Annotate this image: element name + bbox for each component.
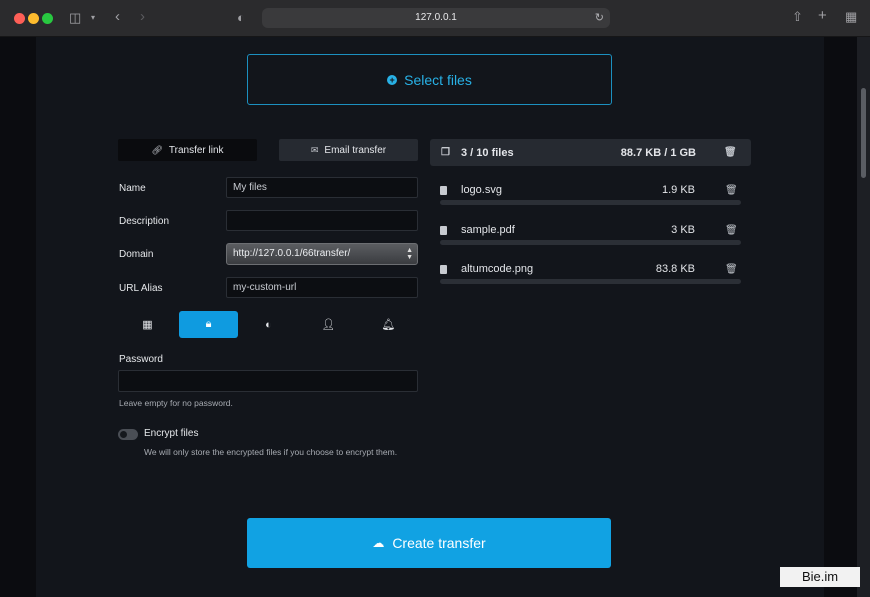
trash-icon[interactable]: 🗑︎ [725, 185, 738, 196]
password-input[interactable] [118, 370, 418, 392]
select-files-button[interactable]: + Select files [247, 54, 612, 105]
files-count: 3 / 10 files [461, 147, 514, 159]
trash-icon[interactable]: 🗑︎ [725, 225, 738, 236]
tab-email-transfer[interactable]: ✉ Email transfer [279, 139, 418, 161]
files-icon: ❐ [441, 147, 450, 158]
encrypt-files-toggle[interactable] [118, 429, 138, 440]
upload-progress-bar [440, 279, 741, 284]
bell-icon: 🔔︎ [381, 319, 396, 331]
tab-transfer-link-label: Transfer link [168, 144, 224, 156]
description-input[interactable] [226, 210, 418, 231]
file-size: 83.8 KB [655, 263, 695, 275]
upload-progress-bar [440, 240, 741, 245]
select-arrows-icon: ▲ ▼ [406, 247, 413, 261]
tab-overview-icon[interactable]: ▦ [845, 10, 857, 24]
theme-option-button[interactable]: ◐ [239, 311, 298, 338]
encrypt-files-label: Encrypt files [144, 428, 199, 439]
toggle-knob [120, 431, 127, 438]
user-icon: 👤︎ [321, 319, 336, 331]
select-files-label: Select files [404, 71, 472, 88]
minimize-window-button[interactable] [28, 13, 39, 24]
watermark: Bie.im [780, 567, 860, 587]
chevron-down-icon[interactable]: ▾ [91, 11, 95, 25]
file-item: altumcode.png 83.8 KB 🗑︎ [440, 260, 741, 286]
file-icon [440, 186, 447, 195]
lock-icon: 🔒︎ [205, 318, 212, 330]
trash-icon[interactable]: 🗑︎ [724, 147, 737, 158]
expiration-option-button[interactable]: ▦ [118, 311, 177, 338]
calendar-icon: ▦ [142, 319, 153, 331]
password-hint: Leave empty for no password. [119, 398, 233, 408]
trash-icon[interactable]: 🗑︎ [725, 264, 738, 275]
file-size: 1.9 KB [661, 184, 695, 196]
files-summary-header: ❐ 3 / 10 files 88.7 KB / 1 GB 🗑︎ [430, 139, 751, 166]
sidebar-icon[interactable]: ◫ [69, 11, 81, 25]
tab-email-transfer-label: Email transfer [324, 144, 387, 156]
notification-option-button[interactable]: 🔔︎ [359, 311, 418, 338]
privacy-shield-icon[interactable]: ◐ [237, 11, 245, 25]
address-bar[interactable]: 127.0.0.1 ↻ [262, 8, 610, 28]
address-bar-url: 127.0.0.1 [415, 12, 457, 23]
url-alias-input[interactable]: my-custom-url [226, 277, 418, 298]
file-name: sample.pdf [461, 224, 515, 236]
file-name: altumcode.png [461, 263, 534, 275]
file-size: 3 KB [671, 224, 695, 236]
description-label: Description [119, 216, 170, 227]
name-label: Name [119, 183, 146, 194]
encrypt-files-hint: We will only store the encrypted files i… [144, 447, 398, 457]
file-name: logo.svg [461, 184, 502, 196]
create-transfer-button[interactable]: ☁ Create transfer [247, 518, 611, 568]
link-icon: 🔗︎ [151, 144, 163, 155]
domain-select-value: http://127.0.0.1/66transfer/ [233, 248, 351, 259]
cloud-upload-icon: ☁ [372, 536, 385, 550]
share-icon[interactable]: ⇧ [792, 10, 803, 24]
password-label: Password [119, 354, 163, 365]
upload-progress-bar [440, 200, 741, 205]
file-icon [440, 226, 447, 235]
user-option-button[interactable]: 👤︎ [299, 311, 358, 338]
contrast-icon: ◐ [265, 318, 272, 331]
scrollbar-thumb[interactable] [861, 88, 866, 178]
domain-select[interactable]: http://127.0.0.1/66transfer/ ▲ ▼ [226, 243, 418, 265]
password-option-button[interactable]: 🔒︎ [179, 311, 238, 338]
url-alias-label: URL Alias [119, 283, 163, 294]
files-total-size: 88.7 KB / 1 GB [620, 147, 696, 159]
close-window-button[interactable] [14, 13, 25, 24]
plus-circle-icon: + [387, 74, 398, 85]
reload-icon[interactable]: ↻ [595, 8, 604, 28]
create-transfer-label: Create transfer [392, 535, 486, 551]
envelope-icon: ✉ [310, 144, 319, 155]
forward-icon[interactable]: › [140, 9, 145, 24]
maximize-window-button[interactable] [42, 13, 53, 24]
domain-label: Domain [119, 249, 154, 260]
name-input[interactable]: My files [226, 177, 418, 198]
file-item: sample.pdf 3 KB 🗑︎ [440, 221, 741, 247]
new-tab-icon[interactable]: + [818, 8, 827, 23]
back-icon[interactable]: ‹ [115, 9, 120, 24]
browser-toolbar: ◫ ▾ ‹ › ◐ 127.0.0.1 ↻ ⇧ + ▦ [0, 0, 870, 37]
file-icon [440, 265, 447, 274]
file-item: logo.svg 1.9 KB 🗑︎ [440, 181, 741, 207]
tab-transfer-link[interactable]: 🔗︎ Transfer link [118, 139, 257, 161]
